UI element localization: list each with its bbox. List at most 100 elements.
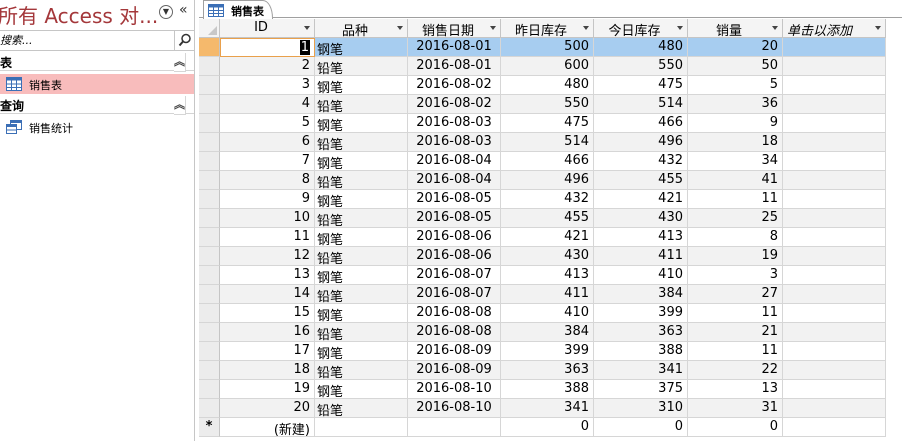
sort-filter-dropdown-icon[interactable] <box>397 26 403 30</box>
record-selector[interactable] <box>199 361 220 380</box>
table-cell[interactable]: 2016-08-09 <box>408 342 501 361</box>
table-cell[interactable]: 0 <box>594 418 688 437</box>
table-cell[interactable] <box>783 95 886 114</box>
column-header-click-to-add[interactable]: 单击以添加 <box>783 19 886 39</box>
table-cell[interactable]: 496 <box>501 171 594 190</box>
table-cell[interactable]: 2016-08-01 <box>408 38 501 57</box>
table-cell[interactable] <box>783 133 886 152</box>
table-cell[interactable]: 341 <box>594 361 688 380</box>
table-cell[interactable]: 10 <box>220 209 315 228</box>
table-cell[interactable]: 341 <box>501 399 594 418</box>
table-row[interactable]: 18 铅笔 2016-08-09 363 341 22 <box>199 361 886 380</box>
table-row[interactable]: 9 钢笔 2016-08-05 432 421 11 <box>199 190 886 209</box>
sort-filter-dropdown-icon[interactable] <box>875 26 881 30</box>
table-row[interactable]: 7 钢笔 2016-08-04 466 432 34 <box>199 152 886 171</box>
table-cell[interactable]: 18 <box>688 133 783 152</box>
table-cell[interactable]: 399 <box>594 304 688 323</box>
table-cell[interactable] <box>783 285 886 304</box>
table-cell[interactable]: 铅笔 <box>315 209 408 228</box>
record-selector[interactable] <box>199 38 220 57</box>
table-cell[interactable]: 384 <box>501 323 594 342</box>
table-cell[interactable]: 12 <box>220 247 315 266</box>
table-cell[interactable]: 2016-08-01 <box>408 57 501 76</box>
table-cell[interactable]: 410 <box>594 266 688 285</box>
table-cell[interactable]: 铅笔 <box>315 323 408 342</box>
table-cell[interactable]: 455 <box>501 209 594 228</box>
sort-filter-dropdown-icon[interactable] <box>677 26 683 30</box>
table-cell[interactable]: 430 <box>594 209 688 228</box>
table-cell[interactable]: 16 <box>220 323 315 342</box>
table-cell[interactable]: 13 <box>688 380 783 399</box>
table-cell[interactable]: 550 <box>594 57 688 76</box>
table-row[interactable]: 3 钢笔 2016-08-02 480 475 5 <box>199 76 886 95</box>
nav-item-sales-query[interactable]: 销售统计 <box>0 117 194 137</box>
table-cell[interactable] <box>783 361 886 380</box>
table-cell[interactable] <box>783 380 886 399</box>
sort-filter-dropdown-icon[interactable] <box>490 26 496 30</box>
table-cell[interactable]: 27 <box>688 285 783 304</box>
sort-filter-dropdown-icon[interactable] <box>304 26 310 30</box>
table-cell[interactable] <box>783 190 886 209</box>
table-cell[interactable]: 2016-08-08 <box>408 304 501 323</box>
record-selector[interactable] <box>199 266 220 285</box>
table-cell[interactable]: 2016-08-06 <box>408 247 501 266</box>
table-cell[interactable]: 13 <box>220 266 315 285</box>
search-button[interactable] <box>174 31 194 50</box>
table-row[interactable]: 6 铅笔 2016-08-03 514 496 18 <box>199 133 886 152</box>
table-cell[interactable]: 铅笔 <box>315 285 408 304</box>
table-cell[interactable]: 421 <box>501 228 594 247</box>
table-cell[interactable]: 2016-08-06 <box>408 228 501 247</box>
table-row[interactable]: 11 钢笔 2016-08-06 421 413 8 <box>199 228 886 247</box>
table-cell[interactable]: 20 <box>220 399 315 418</box>
table-row[interactable]: 1 钢笔 2016-08-01 500 480 20 <box>199 38 886 57</box>
table-row[interactable]: 20 铅笔 2016-08-10 341 310 31 <box>199 399 886 418</box>
new-record-selector[interactable]: * <box>199 418 220 437</box>
table-cell[interactable]: 19 <box>688 247 783 266</box>
record-selector[interactable] <box>199 133 220 152</box>
table-cell[interactable]: 2016-08-03 <box>408 114 501 133</box>
nav-menu-dropdown-icon[interactable]: ▼ <box>159 5 173 19</box>
table-cell[interactable]: 430 <box>501 247 594 266</box>
table-cell[interactable]: 铅笔 <box>315 171 408 190</box>
table-cell[interactable]: 411 <box>501 285 594 304</box>
table-cell[interactable]: 2016-08-04 <box>408 171 501 190</box>
table-cell[interactable]: 钢笔 <box>315 152 408 171</box>
table-cell[interactable]: 9 <box>220 190 315 209</box>
table-cell[interactable]: 22 <box>688 361 783 380</box>
table-cell[interactable]: 550 <box>501 95 594 114</box>
new-record-row[interactable]: * (新建) 0 0 0 <box>199 418 886 437</box>
table-row[interactable]: 10 铅笔 2016-08-05 455 430 25 <box>199 209 886 228</box>
record-selector[interactable] <box>199 209 220 228</box>
table-cell[interactable]: 11 <box>688 190 783 209</box>
table-cell[interactable]: 18 <box>220 361 315 380</box>
table-cell[interactable]: 钢笔 <box>315 76 408 95</box>
table-cell[interactable] <box>783 304 886 323</box>
table-cell[interactable] <box>783 323 886 342</box>
table-cell[interactable]: 19 <box>220 380 315 399</box>
table-cell[interactable]: 3 <box>220 76 315 95</box>
table-cell[interactable]: 411 <box>594 247 688 266</box>
table-cell[interactable]: 514 <box>501 133 594 152</box>
table-cell[interactable]: 600 <box>501 57 594 76</box>
table-cell[interactable]: (新建) <box>220 418 315 437</box>
table-row[interactable]: 2 铅笔 2016-08-01 600 550 50 <box>199 57 886 76</box>
table-cell[interactable]: 8 <box>220 171 315 190</box>
record-selector[interactable] <box>199 76 220 95</box>
table-cell[interactable]: 2016-08-05 <box>408 209 501 228</box>
table-cell[interactable]: 50 <box>688 57 783 76</box>
table-cell[interactable]: 铅笔 <box>315 361 408 380</box>
table-row[interactable]: 14 铅笔 2016-08-07 411 384 27 <box>199 285 886 304</box>
table-cell[interactable]: 36 <box>688 95 783 114</box>
table-cell[interactable]: 铅笔 <box>315 247 408 266</box>
table-cell[interactable]: 496 <box>594 133 688 152</box>
table-cell[interactable]: 4 <box>220 95 315 114</box>
table-cell[interactable]: 432 <box>501 190 594 209</box>
table-cell[interactable]: 11 <box>688 304 783 323</box>
nav-item-sales-table[interactable]: 销售表 <box>0 74 194 94</box>
table-cell[interactable]: 421 <box>594 190 688 209</box>
table-cell[interactable]: 11 <box>688 342 783 361</box>
table-cell[interactable] <box>783 114 886 133</box>
column-header-today-stock[interactable]: 今日库存 <box>594 19 688 39</box>
record-selector[interactable] <box>199 399 220 418</box>
table-cell[interactable]: 钢笔 <box>315 114 408 133</box>
